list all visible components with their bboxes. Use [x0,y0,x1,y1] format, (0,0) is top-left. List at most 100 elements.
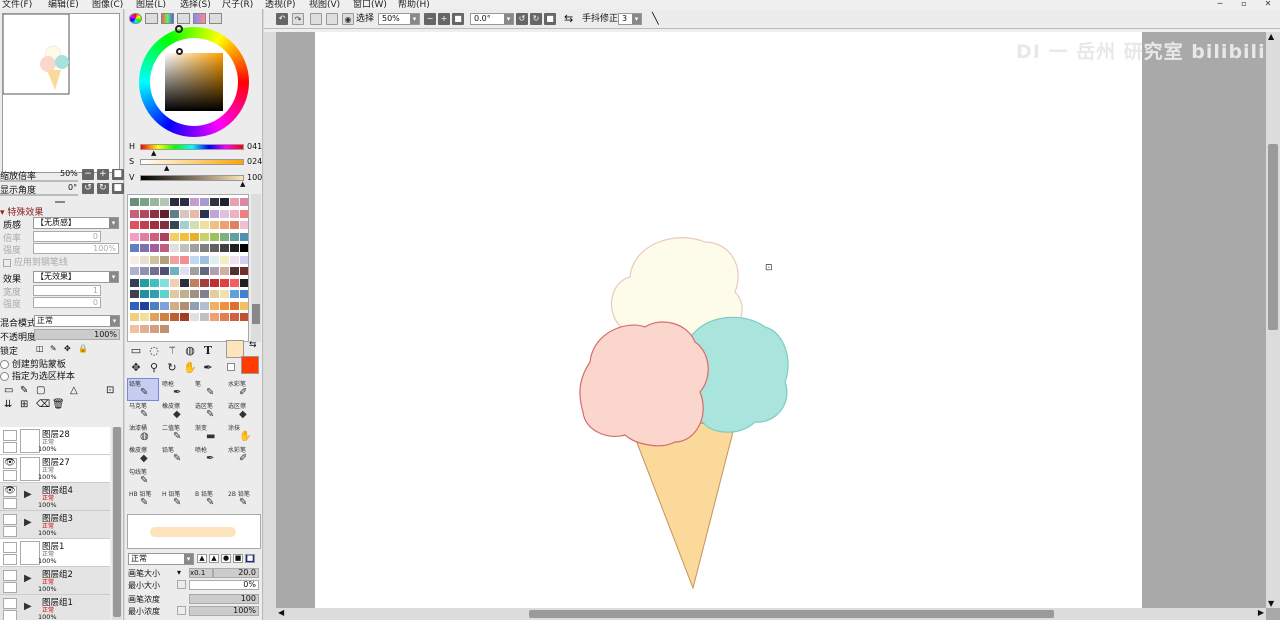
brush-slot[interactable]: 水彩笔 ✐ [226,444,258,467]
color-swatch[interactable] [140,324,149,333]
color-swatch[interactable] [130,267,139,275]
panel-divider[interactable] [55,201,65,203]
color-swatch[interactable] [210,313,219,321]
color-swatch[interactable] [200,267,209,275]
canvas-rotate-reset-button[interactable]: ■ [544,13,556,25]
sample-checkbox[interactable] [0,372,9,381]
color-swatch[interactable] [160,209,169,218]
color-swatch[interactable] [150,267,159,275]
color-swatch[interactable] [220,221,229,229]
mixer-tab[interactable] [177,13,190,24]
effect-strength-field[interactable]: 0 [33,297,101,308]
rotate-icon[interactable]: ↻ [165,361,179,375]
color-swatch[interactable] [140,301,149,310]
color-swatch[interactable] [140,232,149,241]
swatch-scrollbar[interactable] [251,194,261,342]
intensity-field[interactable]: 100% [33,243,119,254]
color-swatch[interactable] [200,301,209,310]
color-swatch[interactable] [190,290,199,298]
s-slider-knob[interactable]: ▲ [164,165,169,172]
color-swatch[interactable] [230,278,239,287]
color-swatch[interactable] [230,198,239,206]
color-swatch[interactable] [230,267,239,275]
canvas-viewport[interactable]: ⊡ DI 一 岳州 研究室 bilibili [276,32,1266,608]
navigator-preview[interactable] [2,13,120,173]
brush-slot-empty[interactable] [226,466,258,489]
canvas-zoom-reset-button[interactable]: ■ [452,13,464,25]
vertical-scrollbar[interactable]: ▲ ▼ [1266,32,1280,608]
color-swatch[interactable] [140,209,149,218]
brush-slot[interactable]: B 铅笔 ✎ [193,488,225,511]
canvas-zoom-out-button[interactable]: − [424,13,436,25]
canvas-zoom-select[interactable]: 50% [378,13,420,25]
min-density-pressure-icon[interactable] [177,606,186,615]
color-wheel-tab[interactable] [129,13,142,24]
layer-lock-toggle[interactable] [3,498,17,509]
hsv-slider-tab[interactable] [161,13,174,24]
angle-slider[interactable] [0,194,78,196]
brush-slot[interactable]: 橡皮擦 ◆ [160,400,192,423]
color-swatch[interactable] [230,244,239,252]
color-swatch[interactable] [190,221,199,229]
canvas-rotate-cw-button[interactable]: ↻ [530,13,542,25]
rotate-reset-button[interactable]: ■ [111,183,124,194]
brush-slot[interactable]: 橡皮擦 ◆ [127,444,159,467]
scratchpad-tab[interactable] [209,13,222,24]
color-swatch[interactable] [190,244,199,252]
color-swatch[interactable] [210,221,219,229]
scroll-left-icon[interactable]: ◀ [278,608,284,617]
layer-row[interactable]: 图层1 正常 100% [0,539,110,567]
color-swatch[interactable] [190,313,199,321]
transparent-color-icon[interactable] [227,363,235,371]
color-swatch[interactable] [140,244,149,252]
brush-slot[interactable]: 马克笔 ✎ [127,400,159,423]
brush-slot[interactable]: 喷枪 ✒ [193,444,225,467]
layer-visibility-toggle[interactable] [3,542,17,553]
color-swatch[interactable] [160,255,169,264]
layer-visibility-toggle[interactable]: 👁 [3,486,17,497]
color-swatch[interactable] [150,324,159,333]
layer-lock-toggle[interactable] [3,470,17,481]
vertical-scroll-thumb[interactable] [1268,144,1278,330]
menu-edit[interactable]: 编辑(E) [48,0,79,9]
color-swatch[interactable] [160,301,169,310]
color-swatch[interactable] [210,209,219,218]
effect-width-field[interactable]: 1 [33,285,101,296]
blend-select[interactable]: 正常 [34,315,120,327]
color-swatch[interactable] [170,232,179,241]
color-swatch[interactable] [210,301,219,310]
color-swatch[interactable] [130,290,139,298]
min-size-value[interactable]: 0% [189,580,259,590]
color-swatch[interactable] [190,255,199,264]
density-value[interactable]: 100 [189,594,259,604]
layer-row[interactable]: 图层28 正常 100% [0,427,110,455]
color-swatch[interactable] [150,278,159,287]
color-swatch[interactable] [240,278,248,287]
color-swatch[interactable] [190,301,199,310]
delete-layer-icon[interactable]: 🗑 [52,399,65,410]
color-swatch[interactable] [230,301,239,310]
menu-perspective[interactable]: 透视(P) [265,0,295,9]
color-swatch[interactable] [200,198,209,206]
color-swatch[interactable] [170,301,179,310]
color-swatch[interactable] [160,198,169,206]
menu-layer[interactable]: 图层(L) [136,0,166,9]
color-swatch[interactable] [200,278,209,287]
brush-slot[interactable]: 水彩笔 ✐ [226,378,258,401]
brush-slot[interactable]: 选区笔 ✎ [193,400,225,423]
brush-size-multiplier[interactable]: x0.1 [189,568,213,578]
layer-options-icon[interactable]: ⊡ [106,385,114,396]
brush-size-dropdown-icon[interactable]: ▾ [177,568,181,577]
color-swatch[interactable] [160,244,169,252]
rgb-slider-tab[interactable] [145,13,158,24]
maximize-button[interactable]: ▫ [1232,0,1256,9]
sample-row[interactable]: 指定为选区样本 [0,369,75,382]
color-swatch[interactable] [140,313,149,321]
lock-transparency-icon[interactable]: ◫ [36,344,44,353]
color-swatch[interactable] [240,313,248,321]
color-swatch[interactable] [180,244,189,252]
menu-help[interactable]: 帮助(H) [398,0,430,9]
color-swatch[interactable] [230,255,239,264]
sv-marker[interactable] [176,48,183,55]
color-swatch[interactable] [130,313,139,321]
